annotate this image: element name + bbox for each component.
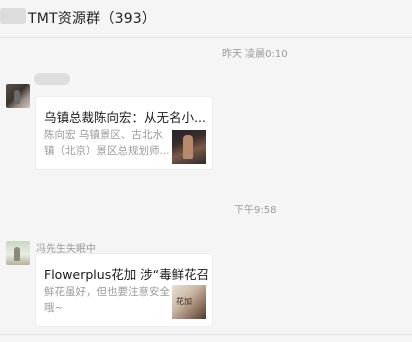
article-thumbnail bbox=[172, 130, 206, 164]
chat-header: TMT资源群（393） bbox=[0, 0, 412, 38]
article-title: Flowerplus花加 涉“毒鲜花召... bbox=[44, 267, 209, 282]
blurred-sender-name bbox=[34, 73, 70, 85]
article-thumbnail: 花加 bbox=[172, 285, 206, 319]
article-description: 鲜花虽好，但也要注意安全 哦~ bbox=[44, 284, 172, 316]
timestamp: 昨天 凌晨0:10 bbox=[222, 49, 288, 60]
shared-article-card[interactable]: Flowerplus花加 涉“毒鲜花召... 鲜花虽好，但也要注意安全 哦~ 花… bbox=[36, 254, 212, 326]
article-description-line: 陈向宏 乌镇景区、古北水 bbox=[44, 129, 163, 141]
article-description-line: 鲜花虽好，但也要注意安全 bbox=[44, 286, 170, 298]
avatar[interactable] bbox=[6, 241, 30, 265]
avatar[interactable] bbox=[6, 84, 30, 108]
sender-name: 冯先生失眠中 bbox=[36, 244, 96, 255]
article-description-line: 镇（北京）景区总规划师... bbox=[44, 145, 170, 157]
article-description: 陈向宏 乌镇景区、古北水 镇（北京）景区总规划师... bbox=[44, 127, 170, 159]
article-title: 乌镇总裁陈向宏：从无名小... bbox=[44, 110, 206, 125]
article-description-line: 哦~ bbox=[44, 302, 64, 314]
timestamp: 下午9:58 bbox=[234, 205, 277, 216]
group-title: TMT资源群（393） bbox=[28, 11, 157, 27]
blurred-avatar-placeholder bbox=[0, 8, 26, 24]
divider bbox=[0, 334, 412, 335]
thumbnail-logo-text: 花加 bbox=[176, 297, 192, 306]
shared-article-card[interactable]: 乌镇总裁陈向宏：从无名小... 陈向宏 乌镇景区、古北水 镇（北京）景区总规划师… bbox=[36, 97, 212, 169]
